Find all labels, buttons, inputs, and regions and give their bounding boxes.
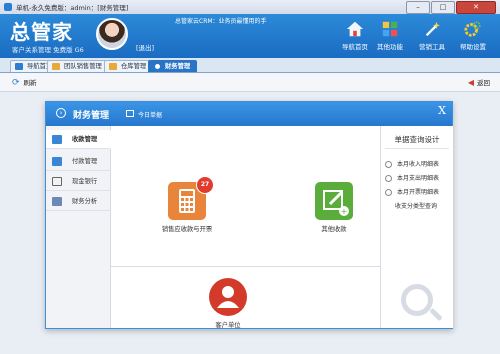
dialog-title: 财务管理 <box>73 111 110 121</box>
cash-icon <box>52 177 62 186</box>
tile-other-receipts[interactable]: + 其他收款 <box>307 182 361 233</box>
folder-icon <box>109 63 117 70</box>
payment-icon <box>52 157 62 166</box>
header-notice: 总管家云CRM：业务员最懂用的手 <box>175 18 267 25</box>
finance-sidebar: 收款管理 付款管理 现金银行 财务分析 <box>46 126 111 328</box>
search-icon-handle <box>429 307 443 322</box>
app-header: 总管家 客户关系管理 免费版 G6 [退出] 总管家云CRM：业务员最懂用的手 … <box>0 14 500 58</box>
brand-subtitle: 客户关系管理 免费版 G6 <box>12 46 84 54</box>
folder-icon <box>15 63 23 70</box>
minimize-button[interactable]: – <box>406 1 430 14</box>
folder-icon <box>52 63 60 70</box>
radio-icon <box>385 175 392 182</box>
window-title: 单机-永久免费版：admin：[财务管理] <box>16 4 129 12</box>
apps-icon <box>382 21 398 37</box>
query-monthly-invoice[interactable]: 本月开票明细表 <box>385 187 439 196</box>
back-icon: ◀ <box>467 78 474 87</box>
settings-icon <box>464 21 481 37</box>
marketing-tools-button[interactable]: 营销工具 <box>412 20 452 51</box>
search-icon <box>401 284 433 316</box>
avatar[interactable] <box>96 18 128 50</box>
dialog-header: › 财务管理 今日单据 X <box>46 102 452 126</box>
receipt-icon <box>52 135 62 144</box>
query-category-type[interactable]: 收支分类型查询 <box>395 201 437 210</box>
sidebar-item-payments[interactable]: 付款管理 <box>46 152 110 171</box>
magic-wand-icon <box>425 21 441 37</box>
svg-text:+: + <box>341 207 348 216</box>
radio-icon <box>385 161 392 168</box>
sidebar-item-financial-analysis[interactable]: 财务分析 <box>46 192 110 211</box>
calendar-icon <box>126 110 134 117</box>
sidebar-item-cash-bank[interactable]: 现金银行 <box>46 172 110 191</box>
module-tabbar: 导航首页 团队销售管理 仓库管理 财务管理 <box>0 58 500 73</box>
count-badge: 27 <box>196 176 214 194</box>
query-monthly-income[interactable]: 本月收入明细表 <box>385 159 439 168</box>
tile-customer-units[interactable]: 客户单位 <box>195 278 261 329</box>
window-controls: – □ ✕ <box>406 1 496 14</box>
other-functions-button[interactable]: 其他功能 <box>370 20 410 51</box>
dialog-close-button[interactable]: X <box>438 104 446 117</box>
document-query-panel: 单据查询设计 本月收入明细表 本月支出明细表 本月开票明细表 收支分类型查询 <box>380 126 453 328</box>
analysis-icon <box>52 197 62 206</box>
tab-team-sales[interactable]: 团队销售管理 <box>47 60 109 72</box>
panel-title: 单据查询设计 <box>394 135 440 144</box>
toolbar: ⟳ 刷新 ◀ 返回 <box>0 73 500 92</box>
home-icon <box>346 21 364 37</box>
function-tiles: 27 销售应收款与开票 + 其他收款 客户单位 <box>111 126 380 329</box>
brand-logo: 总管家 <box>10 20 73 44</box>
tile-sales-receivable-invoice[interactable]: 27 销售应收款与开票 <box>147 176 227 233</box>
back-button[interactable]: ◀ 返回 <box>468 77 490 87</box>
logout-link[interactable]: [退出] <box>136 42 154 52</box>
nav-home-button[interactable]: 导航首页 <box>335 20 375 51</box>
dot-icon <box>155 64 160 69</box>
panel-divider <box>385 148 449 149</box>
refresh-button[interactable]: ⟳ 刷新 <box>12 77 37 88</box>
today-documents-link[interactable]: 今日单据 <box>138 110 162 119</box>
customer-icon <box>209 278 247 316</box>
app-icon <box>4 3 12 11</box>
close-window-button[interactable]: ✕ <box>456 1 496 14</box>
finance-dialog: › 财务管理 今日单据 X 收款管理 付款管理 现金银行 财务分析 27 销售应… <box>45 101 453 329</box>
radio-icon <box>385 189 392 196</box>
edit-icon: + <box>315 182 353 220</box>
sidebar-item-receipts[interactable]: 收款管理 <box>46 130 111 149</box>
calculator-icon: 27 <box>168 176 214 220</box>
chevron-right-icon: › <box>56 108 66 118</box>
window-titlebar: 单机-永久免费版：admin：[财务管理] – □ ✕ <box>0 0 500 15</box>
tab-finance[interactable]: 财务管理 <box>148 60 198 72</box>
refresh-icon: ⟳ <box>12 78 20 88</box>
query-monthly-expense[interactable]: 本月支出明细表 <box>385 173 439 182</box>
maximize-button[interactable]: □ <box>431 1 455 14</box>
help-settings-button[interactable]: 帮助设置 <box>453 20 493 51</box>
section-divider <box>111 266 380 267</box>
tab-warehouse[interactable]: 仓库管理 <box>104 60 154 72</box>
